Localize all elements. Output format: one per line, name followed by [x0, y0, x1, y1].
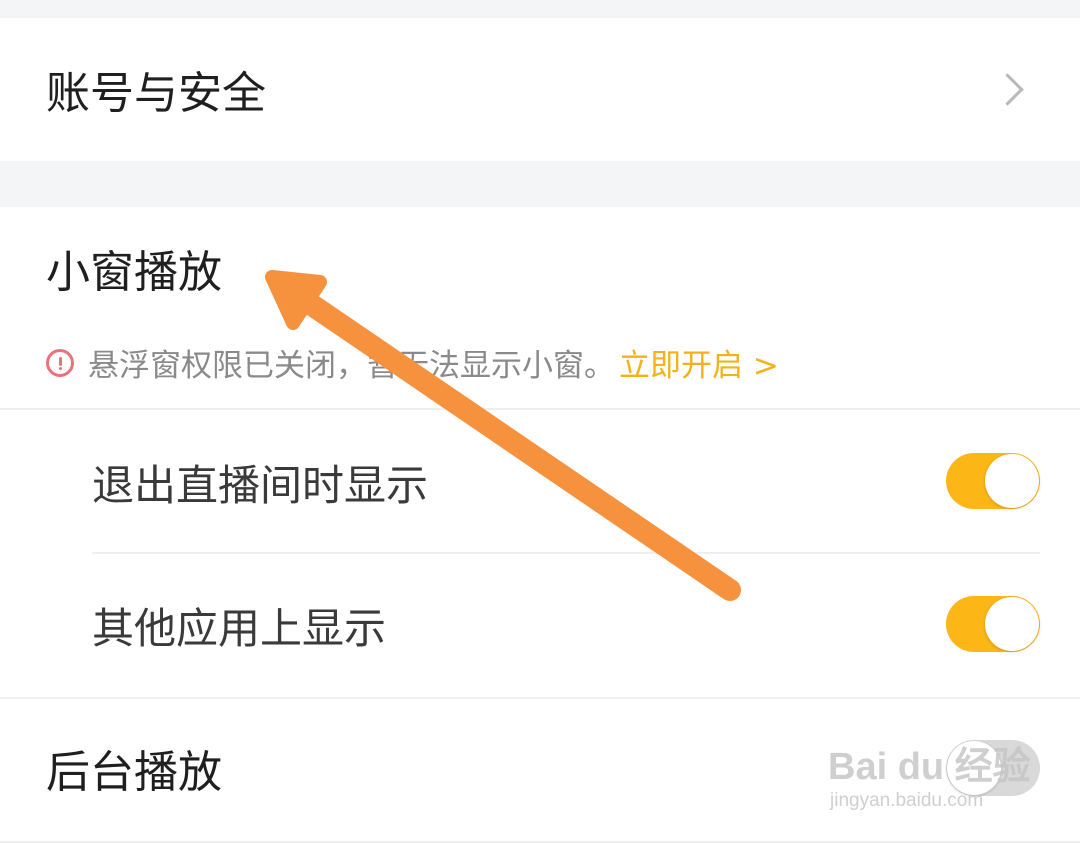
watermark-url: jingyan.baidu.com	[830, 790, 984, 811]
permission-notice-text: 悬浮窗权限已关闭，暂无法显示小窗。	[88, 348, 615, 384]
divider	[0, 408, 1080, 410]
option-label-exit-live: 退出直播间时显示	[92, 461, 429, 510]
chevron-right-icon	[991, 73, 1024, 106]
account-security-label: 账号与安全	[46, 68, 266, 119]
warning-circle-icon	[46, 348, 74, 377]
baidu-jingyan-watermark: Bai du 经验 jingyan.baidu.com	[828, 735, 1031, 812]
section-separator	[0, 161, 1080, 207]
toggle-knob	[985, 454, 1039, 508]
divider	[92, 552, 1040, 554]
watermark-logo-text: Bai du 经验	[828, 746, 1031, 788]
top-spacer	[0, 0, 1080, 18]
account-security-row[interactable]: 账号与安全	[0, 18, 1080, 161]
toggle-knob	[985, 597, 1039, 651]
background-play-title: 后台播放	[46, 747, 222, 798]
toggle-exit-live[interactable]	[946, 453, 1040, 509]
toggle-other-apps[interactable]	[946, 596, 1040, 652]
option-label-other-apps: 其他应用上显示	[92, 604, 387, 653]
mini-window-title: 小窗播放	[46, 247, 222, 298]
enable-now-link[interactable]: 立即开启 >	[619, 340, 779, 385]
permission-notice: 悬浮窗权限已关闭，暂无法显示小窗。 立即开启 >	[46, 340, 779, 385]
divider	[0, 697, 1080, 699]
